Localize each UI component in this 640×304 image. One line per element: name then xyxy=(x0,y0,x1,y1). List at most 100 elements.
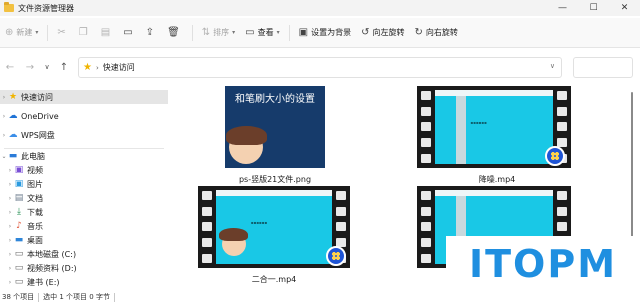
rename-button[interactable]: ▭ xyxy=(118,22,140,44)
sidebar-item-drive-d[interactable]: › ▭ 视频资料 (D:) xyxy=(0,261,168,275)
divider xyxy=(38,292,40,302)
sidebar-item-label: OneDrive xyxy=(21,111,59,121)
chevron-right-icon[interactable]: › xyxy=(6,237,14,244)
recent-chevron-icon[interactable]: ∨ xyxy=(40,63,54,71)
delete-button[interactable]: 🗑 xyxy=(162,22,188,44)
video-player-icon xyxy=(545,146,565,166)
chevron-down-icon: ▾ xyxy=(232,29,236,36)
chevron-right-icon[interactable]: › xyxy=(6,279,14,286)
picture-folder-icon: ▣ xyxy=(14,179,24,189)
character-illustration xyxy=(219,228,248,256)
film-holes xyxy=(200,188,214,266)
music-icon: ♪ xyxy=(16,221,22,231)
chevron-down-icon[interactable]: ∨ xyxy=(550,62,555,70)
rotate-left-icon: ↺ xyxy=(361,27,370,38)
chevron-right-icon[interactable]: › xyxy=(6,209,14,216)
sidebar-item-onedrive[interactable]: › ☁ OneDrive xyxy=(0,109,168,123)
star-icon: ★ xyxy=(83,62,92,73)
copy-icon: ❐ xyxy=(78,27,88,38)
file-tile[interactable]: ▪▪▪▪▪▪ 降噪.mp4 xyxy=(417,86,577,186)
up-arrow-icon[interactable]: ↑ xyxy=(54,62,74,73)
view-button[interactable]: ▭ 查看 ▾ xyxy=(240,22,284,44)
sidebar-item-label: 快速访问 xyxy=(21,92,53,102)
film-holes xyxy=(419,88,433,166)
chevron-right-icon[interactable]: › xyxy=(6,251,14,258)
star-icon: ★ xyxy=(8,92,18,102)
breadcrumb[interactable]: 快速访问 xyxy=(103,62,135,73)
address-bar[interactable]: ★ › 快速访问 ∨ xyxy=(78,57,562,78)
file-tile[interactable]: ▪▪▪▪▪▪ 二合一.mp4 xyxy=(198,186,358,288)
window-title: 文件资源管理器 xyxy=(18,3,74,13)
share-button[interactable]: ⇪ xyxy=(141,22,162,44)
view-label: 查看 xyxy=(257,28,274,37)
divider xyxy=(47,24,49,41)
video-folder-icon: ▣ xyxy=(14,165,24,175)
paste-button[interactable]: ▤ xyxy=(96,22,118,44)
rotate-right-button[interactable]: ↻ 向右旋转 xyxy=(409,22,462,44)
window-controls: — ☐ ✕ xyxy=(547,0,640,16)
chevron-down-icon[interactable]: ⌄ xyxy=(0,153,8,160)
forward-arrow-icon[interactable]: → xyxy=(20,62,40,73)
clipboard-icon: ▤ xyxy=(100,27,111,38)
minimize-button[interactable]: — xyxy=(547,0,578,16)
file-tile[interactable]: 和笔刷大小的设置 ps-竖版21文件.png xyxy=(225,86,325,186)
sidebar-item-drive-e[interactable]: › ▭ 建书 (E:) xyxy=(0,275,168,289)
sidebar-item-this-pc[interactable]: ⌄ ▬ 此电脑 xyxy=(0,149,168,163)
chevron-right-icon[interactable]: › xyxy=(6,167,14,174)
folder-icon xyxy=(4,2,14,12)
sidebar-item-label: 桌面 xyxy=(27,235,43,245)
cloud-icon: ☁ xyxy=(8,130,18,140)
sidebar-item-documents[interactable]: › ▤ 文档 xyxy=(0,191,168,205)
sidebar-item-drive-c[interactable]: › ▭ 本地磁盘 (C:) xyxy=(0,247,168,261)
chevron-right-icon[interactable]: › xyxy=(6,223,14,230)
sort-icon: ⇅ xyxy=(201,27,211,38)
selection-info: 选中 1 个项目 0 字节 xyxy=(43,293,110,301)
trash-icon: 🗑 xyxy=(167,27,180,38)
rotate-left-button[interactable]: ↺ 向左旋转 xyxy=(356,22,409,44)
cut-button[interactable]: ✂ xyxy=(52,22,73,44)
title-bar: 文件资源管理器 — ☐ ✕ xyxy=(0,0,640,16)
command-bar: ⊕ 新建 ▾ ✂ ❐ ▤ ▭ ⇪ 🗑 ⇅ 排序 ▾ ▭ 查看 ▾ ▣ 设置为背景… xyxy=(0,18,640,48)
desktop-folder-icon: ▬ xyxy=(14,235,24,245)
close-button[interactable]: ✕ xyxy=(609,0,640,16)
sidebar-item-quick-access[interactable]: › ★ 快速访问 xyxy=(0,90,168,104)
new-label: 新建 xyxy=(16,28,33,37)
rotate-left-label: 向左旋转 xyxy=(372,28,405,37)
new-button[interactable]: ⊕ 新建 ▾ xyxy=(0,22,43,44)
image-thumbnail: 和笔刷大小的设置 xyxy=(225,86,325,168)
character-illustration xyxy=(226,126,267,164)
sidebar-item-videos[interactable]: › ▣ 视频 xyxy=(0,163,168,177)
sidebar-item-label: 音乐 xyxy=(27,221,43,231)
navigation-bar: ← → ∨ ↑ ★ › 快速访问 ∨ xyxy=(0,52,640,82)
sidebar-item-desktop[interactable]: › ▬ 桌面 xyxy=(0,233,168,247)
share-icon: ⇪ xyxy=(145,27,155,38)
view-icon: ▭ xyxy=(245,27,255,38)
copy-button[interactable]: ❐ xyxy=(74,22,96,44)
rotate-right-icon: ↻ xyxy=(414,27,423,38)
chevron-right-icon[interactable]: › xyxy=(0,113,8,120)
sidebar-item-pictures[interactable]: › ▣ 图片 xyxy=(0,177,168,191)
chevron-right-icon[interactable]: › xyxy=(6,181,14,188)
drive-icon: ▭ xyxy=(14,249,24,259)
maximize-button[interactable]: ☐ xyxy=(578,0,609,16)
chevron-right-icon[interactable]: › xyxy=(0,132,8,139)
sidebar-item-music[interactable]: › ♪ 音乐 xyxy=(0,219,168,233)
scissors-icon: ✂ xyxy=(57,27,66,38)
divider xyxy=(288,24,290,41)
set-background-label: 设置为背景 xyxy=(311,28,352,37)
sidebar-item-label: 视频资料 (D:) xyxy=(27,263,77,273)
video-frame: ▪▪▪▪▪▪ xyxy=(435,90,553,164)
back-arrow-icon[interactable]: ← xyxy=(0,62,20,73)
chevron-right-icon[interactable]: › xyxy=(0,94,8,101)
sidebar-item-downloads[interactable]: › ⤓ 下载 xyxy=(0,205,168,219)
search-input[interactable] xyxy=(573,57,633,78)
set-background-button[interactable]: ▣ 设置为背景 xyxy=(294,22,356,44)
sort-button[interactable]: ⇅ 排序 ▾ xyxy=(197,22,240,44)
sidebar-item-wps[interactable]: › ☁ WPS网盘 xyxy=(0,128,168,142)
chevron-right-icon[interactable]: › xyxy=(6,265,14,272)
chevron-right-icon[interactable]: › xyxy=(6,195,14,202)
film-holes xyxy=(419,188,433,266)
watermark-logo: ITOPM xyxy=(446,236,640,292)
navigation-pane: › ★ 快速访问 › ☁ OneDrive › ☁ WPS网盘 ⌄ ▬ 此电脑 … xyxy=(0,86,168,288)
sidebar-item-label: 图片 xyxy=(27,179,43,189)
